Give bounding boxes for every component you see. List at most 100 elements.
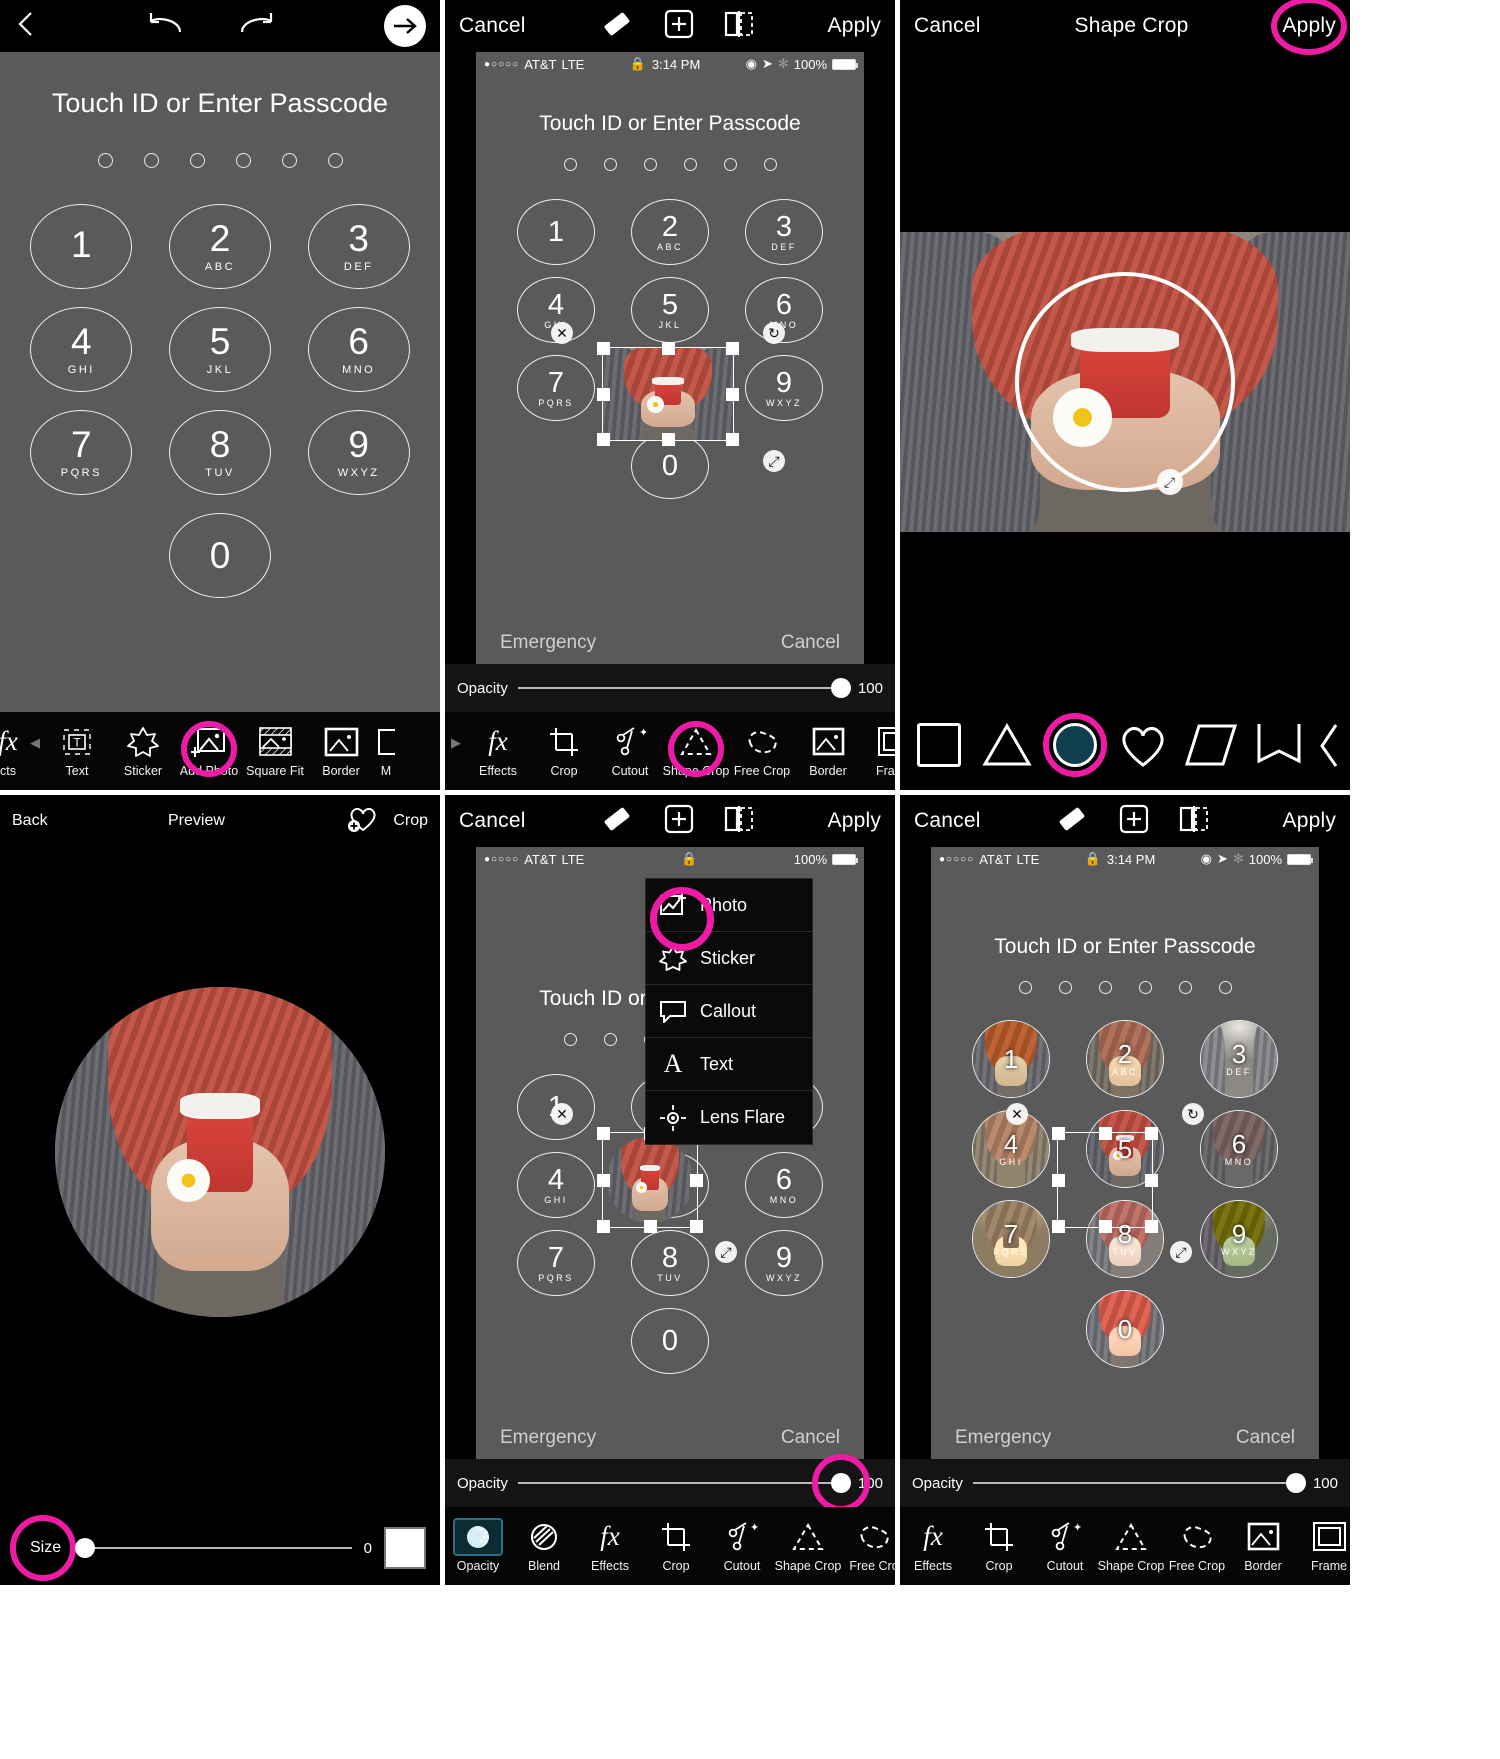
- pasted-photo-selection[interactable]: ✕ ↻ ⤢: [551, 322, 785, 472]
- keypad-key[interactable]: 0: [168, 513, 271, 598]
- tool-free-crop[interactable]: Free Crop: [729, 725, 795, 778]
- tool-frame[interactable]: Frame: [861, 725, 895, 778]
- chevron-left-icon[interactable]: [14, 9, 38, 44]
- keypad-key[interactable]: 7 PQRS: [517, 355, 595, 421]
- shape-circle[interactable]: [1043, 713, 1107, 777]
- arrow-right-icon[interactable]: [384, 5, 426, 47]
- cancel-button[interactable]: Cancel: [459, 809, 526, 833]
- tool-blend[interactable]: Blend: [511, 1520, 577, 1573]
- keypad-key[interactable]: 4GHI: [30, 307, 133, 392]
- tool-cutout[interactable]: ✦ Cutout: [1032, 1520, 1098, 1573]
- shape-heart[interactable]: [1112, 714, 1174, 776]
- tool-effects[interactable]: fx cts: [0, 725, 30, 778]
- delete-badge-icon[interactable]: ✕: [551, 1103, 573, 1125]
- redo-icon[interactable]: [234, 10, 276, 43]
- keypad-key[interactable]: 5JKL: [631, 277, 709, 343]
- tool-opacity[interactable]: Opacity: [445, 1517, 511, 1573]
- size-slider[interactable]: [75, 1538, 352, 1558]
- tool-free-crop[interactable]: Free Crop: [1164, 1520, 1230, 1573]
- tool-crop[interactable]: Crop: [966, 1520, 1032, 1573]
- apply-button[interactable]: Apply: [827, 809, 881, 833]
- tool-free-crop[interactable]: Free Cro: [841, 1520, 895, 1573]
- keypad-key[interactable]: 6 MNO: [745, 1152, 823, 1218]
- keypad-key[interactable]: 2ABC: [631, 199, 709, 265]
- eraser-icon[interactable]: [1055, 805, 1089, 838]
- keypad-key[interactable]: 9 WXYZ: [745, 355, 823, 421]
- emergency-link[interactable]: Emergency: [500, 1427, 596, 1449]
- apply-button[interactable]: Apply: [827, 14, 881, 38]
- keypad-key[interactable]: 3 DEF: [1200, 1020, 1278, 1098]
- keypad-key[interactable]: 2ABC: [168, 204, 271, 289]
- keypad-key[interactable]: 8TUV: [631, 1230, 709, 1296]
- circle-crop-overlay[interactable]: [1015, 272, 1235, 492]
- cancel-link[interactable]: Cancel: [781, 632, 840, 654]
- eraser-icon[interactable]: [600, 805, 634, 838]
- white-color-swatch[interactable]: [384, 1527, 426, 1569]
- keypad-key[interactable]: 1: [517, 199, 595, 265]
- resize-diagonal-icon[interactable]: ⤢: [1156, 469, 1183, 495]
- eraser-icon[interactable]: [600, 10, 634, 43]
- menu-item-text[interactable]: A Text: [646, 1038, 812, 1091]
- opacity-slider[interactable]: [517, 678, 851, 698]
- resize-badge-icon[interactable]: ⤢: [715, 1241, 737, 1263]
- keypad-key[interactable]: 6 MNO: [307, 307, 410, 392]
- rotate-badge-icon[interactable]: ↻: [763, 322, 785, 344]
- menu-item-callout[interactable]: Callout: [646, 985, 812, 1038]
- tool-sticker[interactable]: Sticker: [110, 725, 176, 778]
- mirror-icon[interactable]: [724, 804, 754, 839]
- mirror-icon[interactable]: [724, 9, 754, 44]
- plus-square-icon[interactable]: [1119, 804, 1149, 839]
- keypad-key[interactable]: 0: [1086, 1290, 1164, 1368]
- opacity-slider[interactable]: [972, 1473, 1306, 1493]
- keypad-key[interactable]: 7 PQRS: [972, 1200, 1050, 1278]
- tool-effects[interactable]: fx Effects: [577, 1520, 643, 1573]
- opacity-slider[interactable]: [517, 1454, 870, 1512]
- tool-cutout[interactable]: ✦ Cutout: [709, 1520, 775, 1573]
- keypad-key[interactable]: 1: [30, 204, 133, 289]
- tool-shape-crop[interactable]: Shape Crop: [663, 720, 729, 778]
- keypad-key[interactable]: 2 ABC: [1086, 1020, 1164, 1098]
- cancel-button[interactable]: Cancel: [914, 809, 981, 833]
- resize-badge-icon[interactable]: ⤢: [1170, 1241, 1192, 1263]
- plus-square-icon[interactable]: [664, 9, 694, 44]
- tool-effects[interactable]: fx Effects: [465, 725, 531, 778]
- cancel-link[interactable]: Cancel: [781, 1427, 840, 1449]
- shape-parallelogram[interactable]: [1180, 714, 1242, 776]
- keypad-key[interactable]: 3DEF: [745, 199, 823, 265]
- tool-border[interactable]: Border: [795, 725, 861, 778]
- back-button[interactable]: Back: [12, 812, 48, 830]
- crop-button[interactable]: Crop: [393, 812, 428, 830]
- rotate-badge-icon[interactable]: ↻: [1182, 1103, 1204, 1125]
- rail-left-arrow-icon[interactable]: ◀: [30, 735, 40, 751]
- tool-crop[interactable]: Crop: [531, 725, 597, 778]
- tool-cutout[interactable]: ✦ Cutout: [597, 725, 663, 778]
- cancel-button[interactable]: Cancel: [459, 14, 526, 38]
- mirror-icon[interactable]: [1179, 804, 1209, 839]
- cancel-button[interactable]: Cancel: [914, 14, 981, 38]
- tool-border[interactable]: Border: [308, 725, 374, 778]
- tool-crop[interactable]: Crop: [643, 1520, 709, 1573]
- keypad-key[interactable]: 5JKL: [168, 307, 271, 392]
- shape-partial[interactable]: [1316, 714, 1342, 776]
- tool-add-photo[interactable]: Add Photo: [176, 720, 242, 778]
- keypad-key[interactable]: 7 PQRS: [30, 410, 133, 495]
- shape-crop-photo[interactable]: ⤢: [900, 232, 1350, 532]
- undo-icon[interactable]: [146, 10, 188, 43]
- keypad-key[interactable]: 0: [631, 1308, 709, 1374]
- keypad-key[interactable]: 9 WXYZ: [307, 410, 410, 495]
- emergency-link[interactable]: Emergency: [955, 1427, 1051, 1449]
- shape-square[interactable]: [908, 714, 970, 776]
- shape-banner[interactable]: [1248, 714, 1310, 776]
- keypad-key[interactable]: 4GHI: [517, 1152, 595, 1218]
- tool-shape-crop[interactable]: Shape Crop: [1098, 1520, 1164, 1573]
- keypad-key[interactable]: 6 MNO: [1200, 1110, 1278, 1188]
- shape-triangle[interactable]: [976, 714, 1038, 776]
- keypad-key[interactable]: 1: [972, 1020, 1050, 1098]
- tool-shape-crop[interactable]: Shape Crop: [775, 1520, 841, 1573]
- keypad-key[interactable]: 3DEF: [307, 204, 410, 289]
- menu-item-lens-flare[interactable]: Lens Flare: [646, 1091, 812, 1144]
- keypad-key[interactable]: 7 PQRS: [517, 1230, 595, 1296]
- keypad-key[interactable]: 8TUV: [168, 410, 271, 495]
- tool-square-fit[interactable]: Square Fit: [242, 725, 308, 778]
- pasted-photo-selection[interactable]: ✕ ↻ ⤢: [1006, 1103, 1204, 1263]
